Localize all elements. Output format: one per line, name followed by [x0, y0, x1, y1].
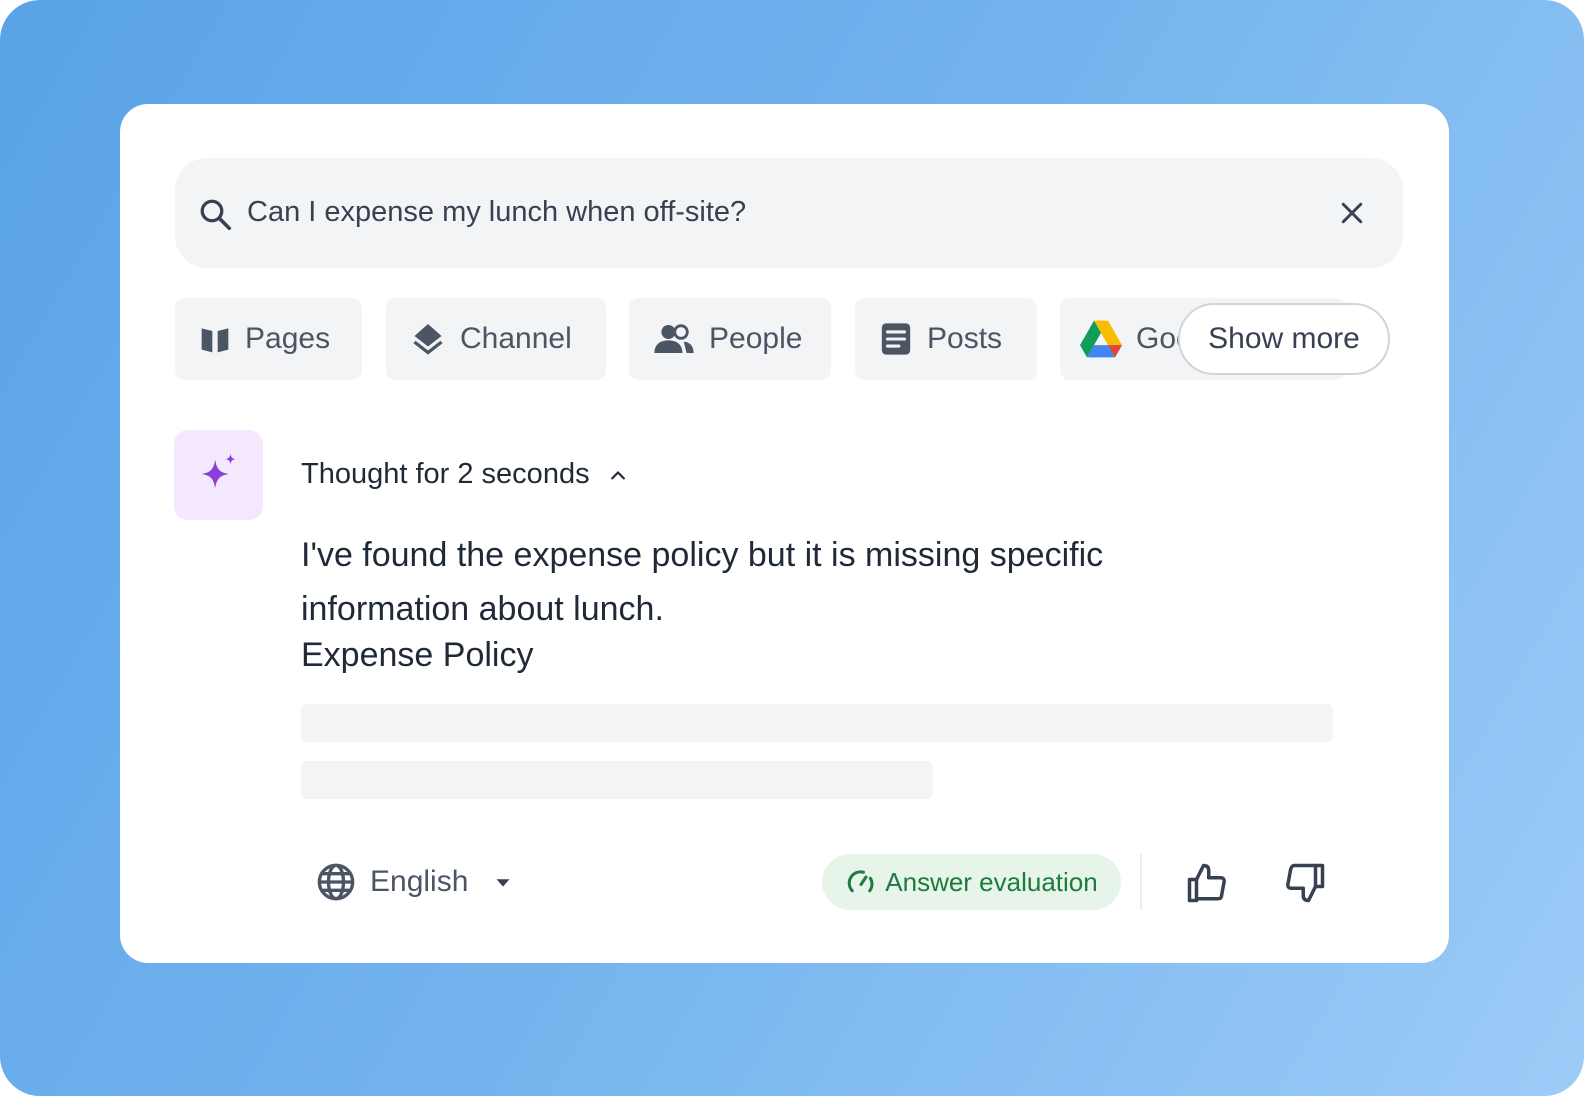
filter-channel[interactable]: Channel	[386, 298, 606, 380]
source-title[interactable]: Expense Policy	[301, 636, 533, 675]
ai-avatar	[174, 430, 263, 520]
book-icon	[201, 328, 229, 353]
layers-icon	[413, 324, 443, 355]
answer-text: I've found the expense policy but it is …	[301, 536, 1104, 628]
search-bar[interactable]: Can I expense my lunch when off-site?	[175, 158, 1403, 268]
thumbs-down-icon[interactable]	[1284, 862, 1326, 904]
answer-evaluation-button[interactable]: Answer evaluation	[822, 854, 1121, 910]
filter-people[interactable]: People	[629, 298, 831, 380]
people-icon	[654, 324, 694, 353]
language-select[interactable]: English	[316, 862, 514, 902]
search-input[interactable]: Can I expense my lunch when off-site?	[247, 196, 746, 229]
google-drive-icon	[1080, 320, 1122, 358]
sparkle-icon	[201, 453, 235, 489]
globe-icon	[317, 863, 355, 901]
thumbs-up-icon[interactable]	[1186, 862, 1228, 904]
caret-down-icon	[496, 879, 510, 887]
loading-skeleton	[301, 704, 1333, 742]
chevron-up-icon	[610, 470, 625, 479]
gauge-icon	[848, 870, 874, 893]
divider	[1140, 854, 1142, 910]
thought-toggle[interactable]: Thought for 2 seconds	[301, 458, 628, 491]
filter-posts[interactable]: Posts	[855, 298, 1037, 380]
document-icon	[881, 323, 911, 355]
search-card: Can I expense my lunch when off-site? Pa…	[120, 104, 1449, 963]
search-icon	[200, 199, 232, 231]
show-more-button[interactable]: Show more	[1178, 303, 1390, 375]
filter-pages[interactable]: Pages	[175, 298, 362, 380]
loading-skeleton	[301, 761, 933, 799]
close-icon[interactable]	[1337, 198, 1367, 228]
